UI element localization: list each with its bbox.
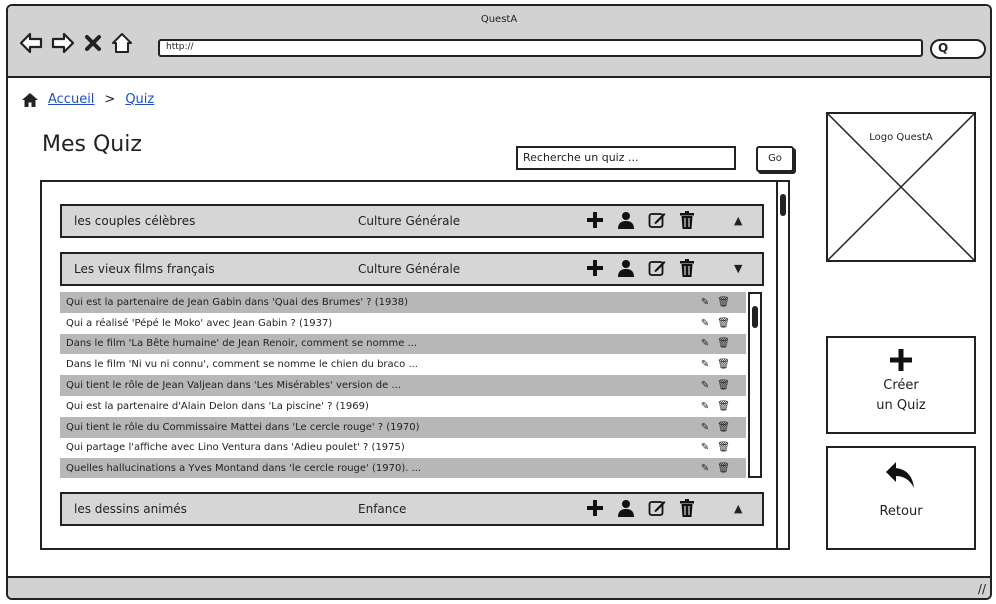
quiz-name: les couples célèbres <box>74 214 196 228</box>
close-icon[interactable] <box>82 32 104 54</box>
create-quiz-button[interactable]: Créer un Quiz <box>826 336 976 434</box>
question-text: Qui tient le rôle de Jean Valjean dans '… <box>66 380 401 392</box>
caret-down-icon[interactable]: ▼ <box>734 262 742 275</box>
back-label: Retour <box>879 504 923 519</box>
quiz-actions <box>586 499 695 517</box>
list-item[interactable]: Qui est la partenaire d'Alain Delon dans… <box>60 395 746 417</box>
browser-chrome: QuestA http:// Q <box>8 6 990 78</box>
trash-icon[interactable]: 🗑 <box>717 318 730 329</box>
breadcrumb-current-link[interactable]: Quiz <box>125 92 154 107</box>
quiz-list-panel: les couples célèbres Culture Générale ▲ … <box>40 180 790 550</box>
trash-icon[interactable]: 🗑 <box>717 297 730 308</box>
question-list: Qui est la partenaire de Jean Gabin dans… <box>60 292 746 478</box>
quiz-category: Culture Générale <box>358 214 461 228</box>
quiz-category: Culture Générale <box>358 262 461 276</box>
url-bar[interactable]: http:// <box>158 39 923 57</box>
reply-arrow-icon <box>886 462 914 488</box>
home-outline-icon[interactable] <box>110 31 134 55</box>
back-button[interactable]: Retour <box>826 446 976 550</box>
plus-icon <box>890 349 912 371</box>
search-icon: Q <box>938 41 949 55</box>
browser-window: QuestA http:// Q Accueil > Quiz Mes Quiz… <box>6 4 992 600</box>
edit-icon[interactable]: ✎ <box>701 401 709 412</box>
edit-icon[interactable]: ✎ <box>701 422 709 433</box>
scroll-thumb[interactable] <box>752 306 758 328</box>
quiz-name: les dessins animés <box>74 502 187 516</box>
logo-label: Logo QuestA <box>869 132 933 143</box>
edit-icon[interactable] <box>648 211 666 229</box>
edit-icon[interactable]: ✎ <box>701 463 709 474</box>
edit-icon[interactable] <box>648 499 666 517</box>
edit-icon[interactable]: ✎ <box>701 442 709 453</box>
list-item[interactable]: Qui partage l'affiche avec Lino Ventura … <box>60 437 746 459</box>
list-item[interactable]: Quelles hallucinations a Yves Montand da… <box>60 458 746 478</box>
trash-icon[interactable] <box>679 259 695 277</box>
question-text: Qui a réalisé 'Pépé le Moko' avec Jean G… <box>66 317 333 329</box>
create-label-line1: Créer <box>883 378 919 393</box>
question-text: Dans le film 'La Bête humaine' de Jean R… <box>66 338 418 350</box>
question-list-scrollbar[interactable] <box>748 292 762 478</box>
edit-icon[interactable] <box>648 259 666 277</box>
list-item[interactable]: Qui tient le rôle de Jean Valjean dans '… <box>60 375 746 396</box>
question-text: Qui partage l'affiche avec Lino Ventura … <box>66 442 405 454</box>
breadcrumb: Accueil > Quiz <box>22 92 154 107</box>
caret-up-icon[interactable]: ▲ <box>734 214 742 227</box>
trash-icon[interactable] <box>679 211 695 229</box>
edit-icon[interactable]: ✎ <box>701 359 709 370</box>
browser-search-field[interactable]: Q <box>930 39 986 59</box>
list-item[interactable]: Qui tient le rôle du Commissaire Mattei … <box>60 416 746 438</box>
quiz-row[interactable]: les dessins animés Enfance ▲ <box>60 492 764 526</box>
edit-icon[interactable]: ✎ <box>701 318 709 329</box>
trash-icon[interactable]: 🗑 <box>717 338 730 349</box>
plus-icon[interactable] <box>586 211 604 229</box>
edit-icon[interactable]: ✎ <box>701 380 709 391</box>
list-item[interactable]: Dans le film 'La Bête humaine' de Jean R… <box>60 333 746 355</box>
user-icon[interactable] <box>617 499 635 517</box>
trash-icon[interactable]: 🗑 <box>717 401 730 412</box>
panel-scrollbar[interactable] <box>776 182 788 548</box>
resize-grip-icon[interactable]: // <box>978 582 986 596</box>
quiz-actions <box>586 211 695 229</box>
window-title: QuestA <box>480 14 518 25</box>
trash-icon[interactable]: 🗑 <box>717 463 730 474</box>
scroll-thumb[interactable] <box>780 194 786 216</box>
question-text: Qui tient le rôle du Commissaire Mattei … <box>66 421 420 433</box>
edit-icon[interactable]: ✎ <box>701 297 709 308</box>
forward-arrow-icon[interactable] <box>50 30 76 56</box>
user-icon[interactable] <box>617 259 635 277</box>
breadcrumb-home-link[interactable]: Accueil <box>48 92 94 107</box>
plus-icon[interactable] <box>586 259 604 277</box>
trash-icon[interactable] <box>679 499 695 517</box>
breadcrumb-separator: > <box>104 92 116 107</box>
list-item[interactable]: Qui est la partenaire de Jean Gabin dans… <box>60 292 746 313</box>
question-text: Qui est la partenaire de Jean Gabin dans… <box>66 296 408 308</box>
question-text: Qui est la partenaire d'Alain Delon dans… <box>66 400 369 412</box>
home-icon[interactable] <box>22 92 38 107</box>
list-item[interactable]: Dans le film 'Ni vu ni connu', comment s… <box>60 354 746 376</box>
quiz-category: Enfance <box>358 502 407 516</box>
quiz-name: Les vieux films français <box>74 262 215 276</box>
quiz-actions <box>586 259 695 277</box>
plus-icon[interactable] <box>586 499 604 517</box>
list-item[interactable]: Qui a réalisé 'Pépé le Moko' avec Jean G… <box>60 312 746 334</box>
logo-placeholder: Logo QuestA <box>826 112 976 262</box>
create-label-line2: un Quiz <box>876 398 926 413</box>
trash-icon[interactable]: 🗑 <box>717 442 730 453</box>
status-bar: // <box>8 576 990 598</box>
question-text: Dans le film 'Ni vu ni connu', comment s… <box>66 359 418 371</box>
user-icon[interactable] <box>617 211 635 229</box>
edit-icon[interactable]: ✎ <box>701 338 709 349</box>
trash-icon[interactable]: 🗑 <box>717 422 730 433</box>
page-title: Mes Quiz <box>42 132 142 157</box>
quiz-row[interactable]: les couples célèbres Culture Générale ▲ <box>60 204 764 238</box>
go-button[interactable]: Go <box>756 146 794 172</box>
quiz-search-input[interactable]: Recherche un quiz ... <box>516 146 736 170</box>
question-text: Quelles hallucinations a Yves Montand da… <box>66 463 422 475</box>
trash-icon[interactable]: 🗑 <box>717 380 730 391</box>
caret-up-icon[interactable]: ▲ <box>734 502 742 515</box>
quiz-row[interactable]: Les vieux films français Culture Général… <box>60 252 764 286</box>
nav-buttons <box>18 30 134 56</box>
trash-icon[interactable]: 🗑 <box>717 359 730 370</box>
back-arrow-icon[interactable] <box>18 30 44 56</box>
